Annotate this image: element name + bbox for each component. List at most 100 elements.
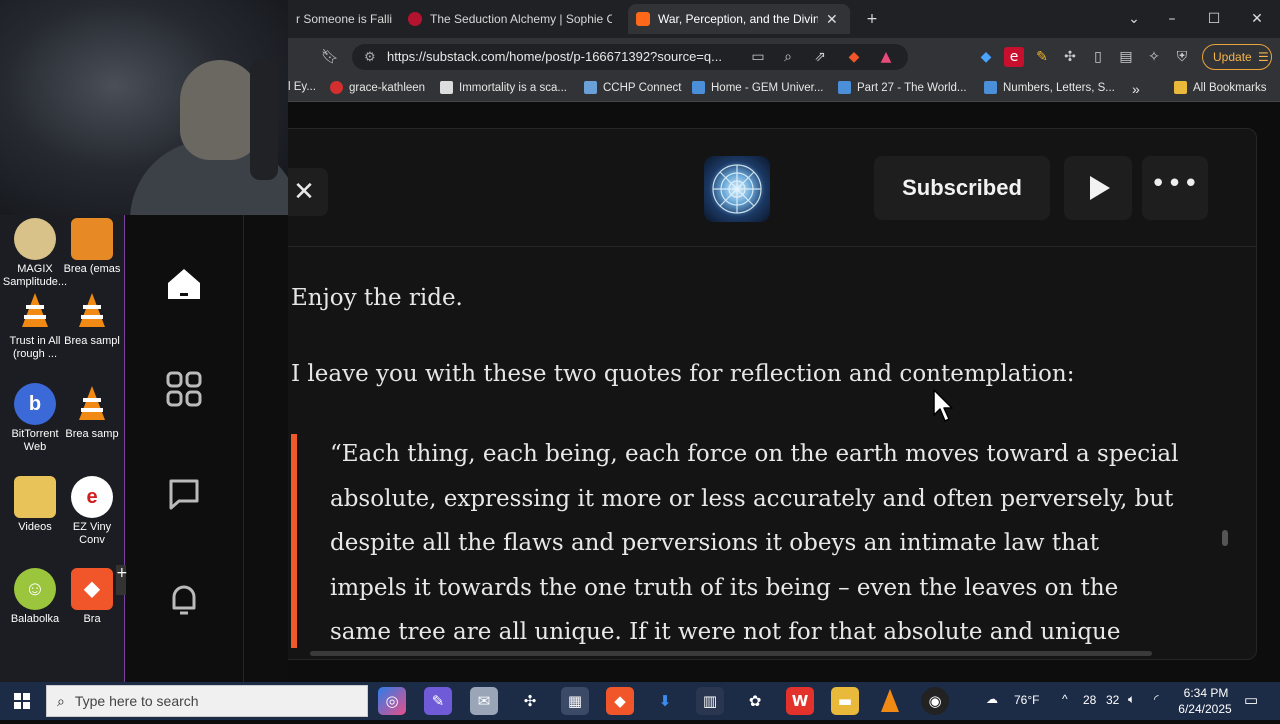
mail-icon[interactable]: ✉: [470, 687, 498, 715]
desktop-plus-icon: +: [116, 565, 128, 595]
desktop-icon-bittorrent[interactable]: b BitTorrent Web: [0, 383, 70, 454]
start-button[interactable]: [0, 682, 44, 720]
gem-favicon-icon: [838, 81, 851, 94]
share-icon[interactable]: ⇗: [810, 47, 830, 67]
horizontal-scrollbar[interactable]: [310, 651, 1152, 656]
brave-rewards-icon[interactable]: ▲: [876, 47, 896, 67]
subscribed-button[interactable]: Subscribed: [874, 156, 1050, 220]
article-paragraph: Enjoy the ride.: [291, 285, 463, 311]
cast-icon[interactable]: ▭: [748, 47, 768, 67]
more-bookmarks-button[interactable]: »: [1132, 81, 1140, 97]
webcam-overlay: [0, 0, 288, 215]
all-bookmarks-button[interactable]: All Bookmarks: [1174, 81, 1267, 94]
more-options-button[interactable]: •••: [1142, 156, 1208, 220]
extension-e-icon[interactable]: e: [1004, 47, 1024, 67]
update-button[interactable]: Update ☰: [1202, 44, 1272, 70]
piano-app-icon[interactable]: ▥: [696, 687, 724, 715]
publication-logo[interactable]: [704, 156, 770, 222]
bookmark-label: Immortality is a sca...: [459, 81, 567, 94]
desktop-icon-brave[interactable]: ◆ Bra: [62, 568, 122, 626]
desktop-icon-trust-in-all[interactable]: Trust in All (rough ...: [0, 290, 70, 361]
calculator-icon[interactable]: ▦: [561, 687, 589, 715]
network-icon[interactable]: ◜: [1154, 692, 1159, 706]
bookmark-item[interactable]: CCHP Connect: [584, 81, 681, 94]
tab-close-icon[interactable]: ✕: [826, 11, 838, 28]
close-window-button[interactable]: ✕: [1243, 6, 1271, 32]
folder-icon: [1174, 81, 1187, 94]
home-icon[interactable]: [165, 265, 203, 303]
brave-taskbar-icon[interactable]: ◆: [606, 687, 634, 715]
maximize-button[interactable]: ☐: [1200, 6, 1228, 32]
tab-someone-is-falling[interactable]: r Someone is Fallin: [288, 4, 392, 34]
obs-icon[interactable]: ◉: [921, 687, 949, 715]
play-icon: [1090, 176, 1110, 200]
new-tab-button[interactable]: +: [858, 6, 886, 32]
bookmark-icon[interactable]: 🔖︎: [320, 47, 340, 67]
sidebar-toggle-icon[interactable]: ▯: [1088, 47, 1108, 67]
weather-icon[interactable]: ☁: [986, 692, 998, 706]
file-explorer-icon[interactable]: ▬: [831, 687, 859, 715]
tray-chevron-icon[interactable]: ^: [1062, 692, 1068, 706]
vertical-scrollbar[interactable]: [1222, 530, 1228, 546]
taskbar-search[interactable]: ⌕ Type here to search: [46, 685, 368, 717]
bookmark-label: l Ey...: [288, 81, 316, 93]
clock-time[interactable]: 6:34 PM: [1180, 686, 1232, 700]
brave-shields-icon[interactable]: ◆: [844, 47, 864, 67]
tab-list-chevron-icon[interactable]: ⌄: [1120, 6, 1148, 32]
explore-grid-icon[interactable]: [165, 370, 203, 408]
play-audio-button[interactable]: [1064, 156, 1132, 220]
vlc-icon: [14, 290, 56, 332]
bell-icon[interactable]: [165, 580, 203, 618]
extension-pen-icon[interactable]: ✎: [1032, 47, 1052, 67]
grace-favicon-icon: [330, 81, 343, 94]
magix-icon: [14, 218, 56, 260]
tab-title: r Someone is Fallin: [296, 12, 392, 26]
blockquote: “Each thing, each being, each force on t…: [330, 432, 1230, 655]
desktop-icon-magix[interactable]: MAGIX Samplitude...: [0, 218, 70, 289]
tab-war-perception[interactable]: War, Perception, and the Divine ( ✕: [628, 4, 850, 34]
extension-diamond-icon[interactable]: ◆: [976, 47, 996, 67]
bookmark-item[interactable]: Immortality is a sca...: [440, 81, 567, 94]
bookmark-item[interactable]: l Ey...: [288, 81, 316, 93]
leo-ai-icon[interactable]: ✧: [1144, 47, 1164, 67]
wallet-icon[interactable]: ▤: [1116, 47, 1136, 67]
desktop-icon-ez-vinyl[interactable]: e EZ Viny Conv: [62, 476, 122, 547]
tray-number-1[interactable]: 28: [1083, 693, 1096, 707]
copilot-icon[interactable]: ◎: [378, 687, 406, 715]
bookmark-item[interactable]: Part 27 - The World...: [838, 81, 967, 94]
clock-date[interactable]: 6/24/2025: [1176, 702, 1234, 716]
close-reader-button[interactable]: ✕: [288, 168, 328, 216]
zoom-icon[interactable]: ⌕: [778, 47, 798, 67]
volume-icon[interactable]: 🔈︎: [1128, 692, 1135, 707]
desktop-icon-label: BitTorrent Web: [11, 428, 59, 453]
desktop-icon-label: MAGIX Samplitude...: [2, 263, 68, 288]
desktop-icon-brea-2[interactable]: Brea sampl: [62, 290, 122, 348]
vlc-icon: [71, 383, 113, 425]
site-settings-icon[interactable]: ⚙: [364, 44, 376, 70]
bookmark-item[interactable]: Numbers, Letters, S...: [984, 81, 1115, 94]
gem-favicon-icon: [984, 81, 997, 94]
mouse-cursor-icon: [933, 389, 953, 422]
color-app-icon[interactable]: ✿: [741, 687, 769, 715]
vpn-shield-icon[interactable]: ⛨: [1172, 47, 1192, 67]
wps-office-icon[interactable]: W: [786, 687, 814, 715]
extensions-puzzle-icon[interactable]: ✣: [1060, 47, 1080, 67]
weather-temp[interactable]: 76°F: [1014, 693, 1039, 707]
notification-icon[interactable]: ▭: [1244, 691, 1258, 709]
bookmark-item[interactable]: grace-kathleen: [330, 81, 425, 94]
download-icon[interactable]: ⬇: [651, 687, 679, 715]
pen-app-icon[interactable]: ✎: [424, 687, 452, 715]
desktop-icon-balabolka[interactable]: ☺ Balabolka: [0, 568, 70, 626]
header-divider: [288, 246, 1256, 247]
desktop-icon-brea-3[interactable]: Brea samp: [62, 383, 122, 441]
audio-file-icon: [71, 218, 113, 260]
chat-icon[interactable]: [165, 475, 203, 513]
tab-seduction-alchemy[interactable]: The Seduction Alchemy | Sophie Cart: [400, 4, 612, 34]
bookmark-item[interactable]: Home - GEM Univer...: [692, 81, 823, 94]
tray-number-2[interactable]: 32: [1106, 693, 1119, 707]
minimize-button[interactable]: –: [1158, 6, 1186, 32]
desktop-icon-videos[interactable]: Videos: [0, 476, 70, 534]
vlc-taskbar-icon[interactable]: [876, 687, 904, 715]
pinwheel-app-icon[interactable]: ✣: [516, 687, 544, 715]
desktop-icon-brea-1[interactable]: Brea (emas: [62, 218, 122, 276]
